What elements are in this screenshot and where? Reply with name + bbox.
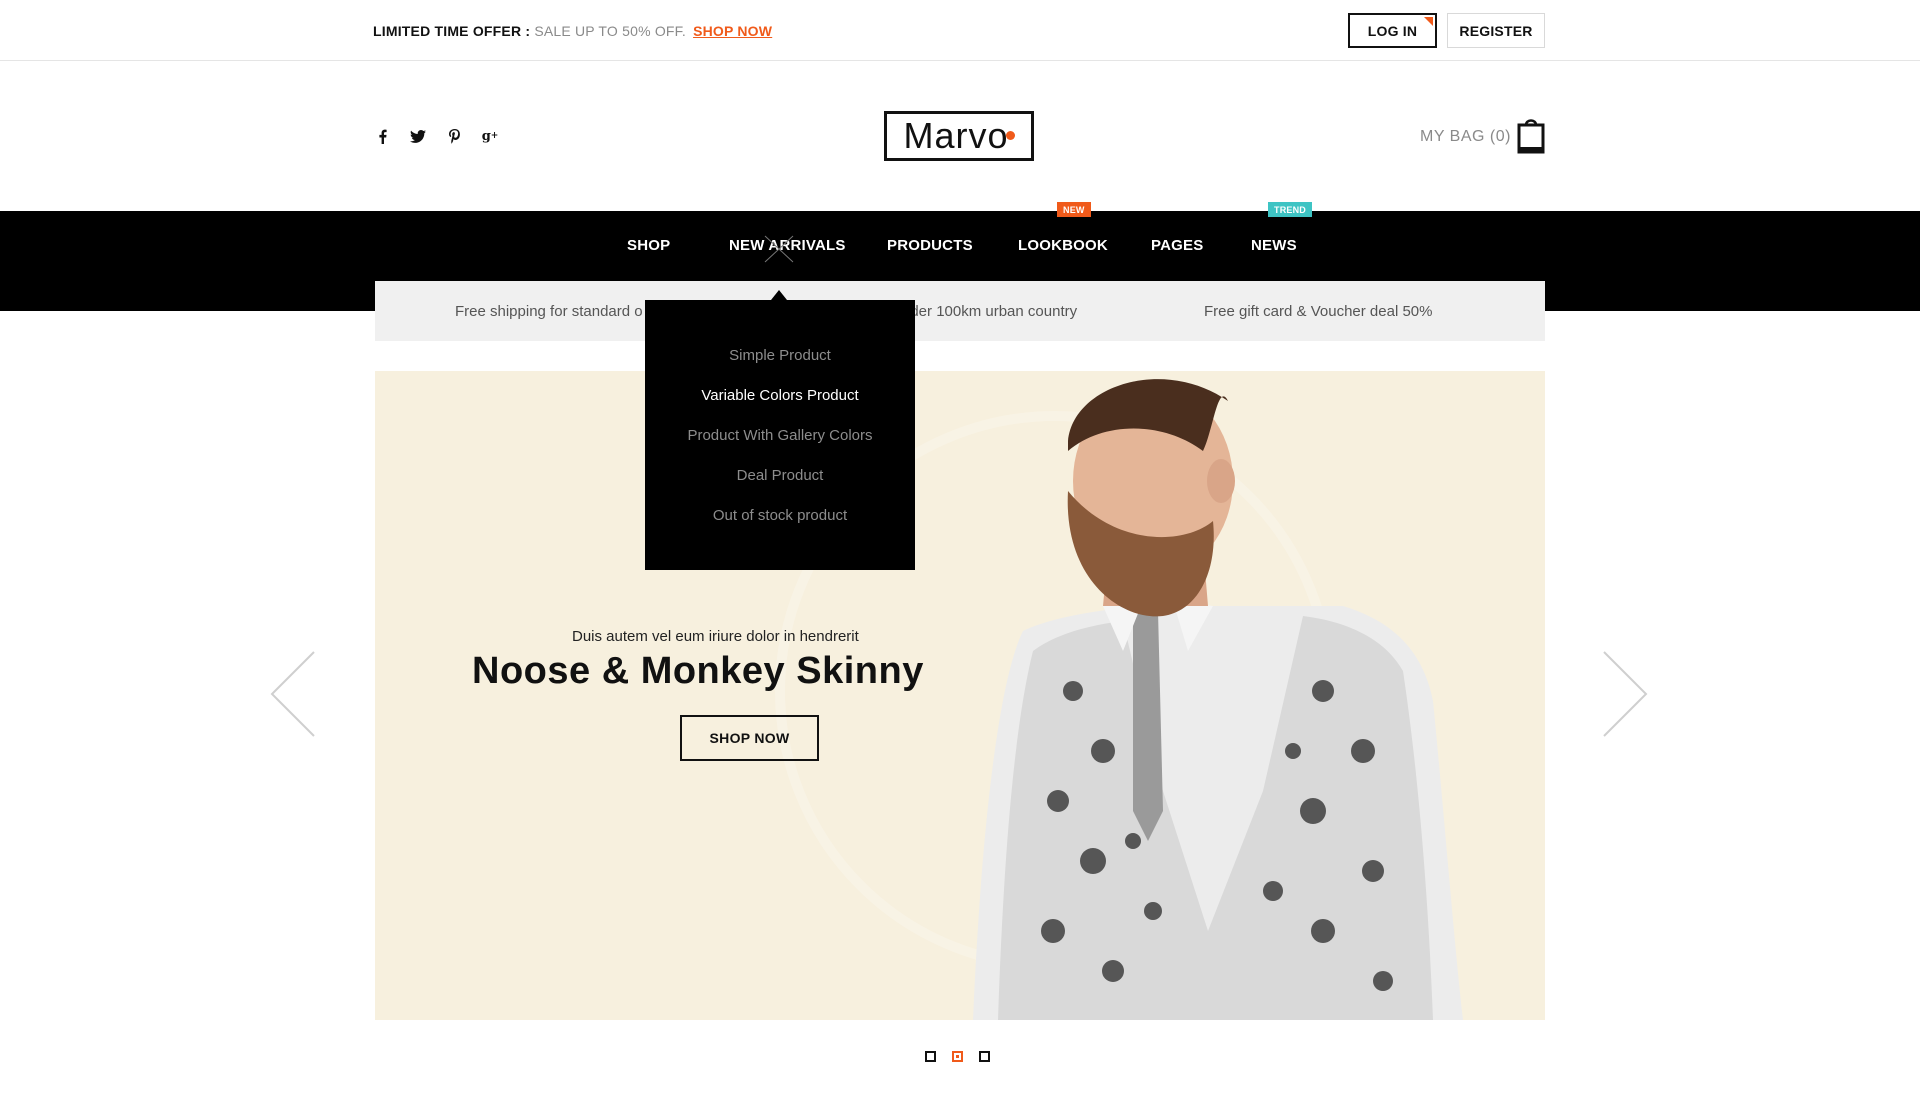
slider-dot-1[interactable] (925, 1051, 936, 1062)
hero-button-label: SHOP NOW (709, 730, 790, 746)
nav-item-products[interactable]: PRODUCTS (887, 237, 973, 254)
offer-shop-now-link[interactable]: SHOP NOW (693, 23, 772, 39)
dropdown-item-deal-product[interactable]: Deal Product (645, 467, 915, 484)
dropdown-item-product-with-gallery-colors[interactable]: Product With Gallery Colors (645, 427, 915, 444)
hover-cross-icon (764, 235, 794, 263)
slider-prev-arrow-icon[interactable] (268, 650, 318, 738)
dropdown-item-variable-colors-product[interactable]: Variable Colors Product (645, 387, 915, 404)
slider-next-arrow-icon[interactable] (1600, 650, 1650, 738)
login-button[interactable]: LOG IN (1348, 13, 1437, 48)
slider-dot-3[interactable] (979, 1051, 990, 1062)
slider-dots (925, 1051, 990, 1062)
dropdown-item-simple-product[interactable]: Simple Product (645, 347, 915, 364)
register-label: REGISTER (1459, 22, 1533, 39)
offer-label: LIMITED TIME OFFER : (373, 23, 531, 39)
offer-text: SALE UP TO 50% OFF. (534, 23, 686, 39)
info-gift-card-text: Free gift card & Voucher deal 50% (1204, 303, 1433, 320)
hero-shop-now-button[interactable]: SHOP NOW (680, 715, 819, 761)
nav-item-news[interactable]: NEWS (1251, 237, 1297, 254)
facebook-icon[interactable] (374, 127, 390, 145)
pinterest-icon[interactable] (446, 127, 462, 145)
top-bar (0, 0, 1920, 61)
hero-subtitle: Duis autem vel eum iriure dolor in hendr… (572, 628, 859, 645)
offer-banner: LIMITED TIME OFFER : SALE UP TO 50% OFF.… (373, 23, 772, 39)
corner-accent (1424, 17, 1433, 26)
dropdown-caret (771, 290, 787, 300)
slider-dot-2[interactable] (952, 1051, 963, 1062)
info-urban-text: nder 100km urban country (902, 303, 1078, 320)
nav-item-lookbook[interactable]: LOOKBOOK (1018, 237, 1108, 254)
logo-text: Marvo (903, 115, 1009, 156)
trend-badge: TREND (1268, 202, 1312, 217)
new-badge: NEW (1057, 202, 1091, 217)
logo-dot (1005, 130, 1015, 140)
twitter-icon[interactable] (410, 127, 426, 145)
shopping-bag-icon[interactable] (1517, 116, 1545, 154)
info-shipping-text: Free shipping for standard o (455, 303, 643, 320)
dropdown-item-out-of-stock-product[interactable]: Out of stock product (645, 507, 915, 524)
my-bag-link[interactable]: MY BAG (0) (1420, 128, 1511, 146)
google-plus-icon[interactable]: g + (482, 127, 499, 145)
register-button[interactable]: REGISTER (1447, 13, 1545, 48)
login-label: LOG IN (1367, 22, 1418, 39)
hero-model-image (973, 379, 1463, 1020)
nav-item-pages[interactable]: PAGES (1151, 237, 1203, 254)
site-logo[interactable]: Marvo (884, 111, 1034, 161)
social-links: g + (374, 127, 498, 145)
hero-title: Noose & Monkey Skinny (472, 650, 924, 692)
nav-item-shop[interactable]: SHOP (627, 237, 670, 254)
